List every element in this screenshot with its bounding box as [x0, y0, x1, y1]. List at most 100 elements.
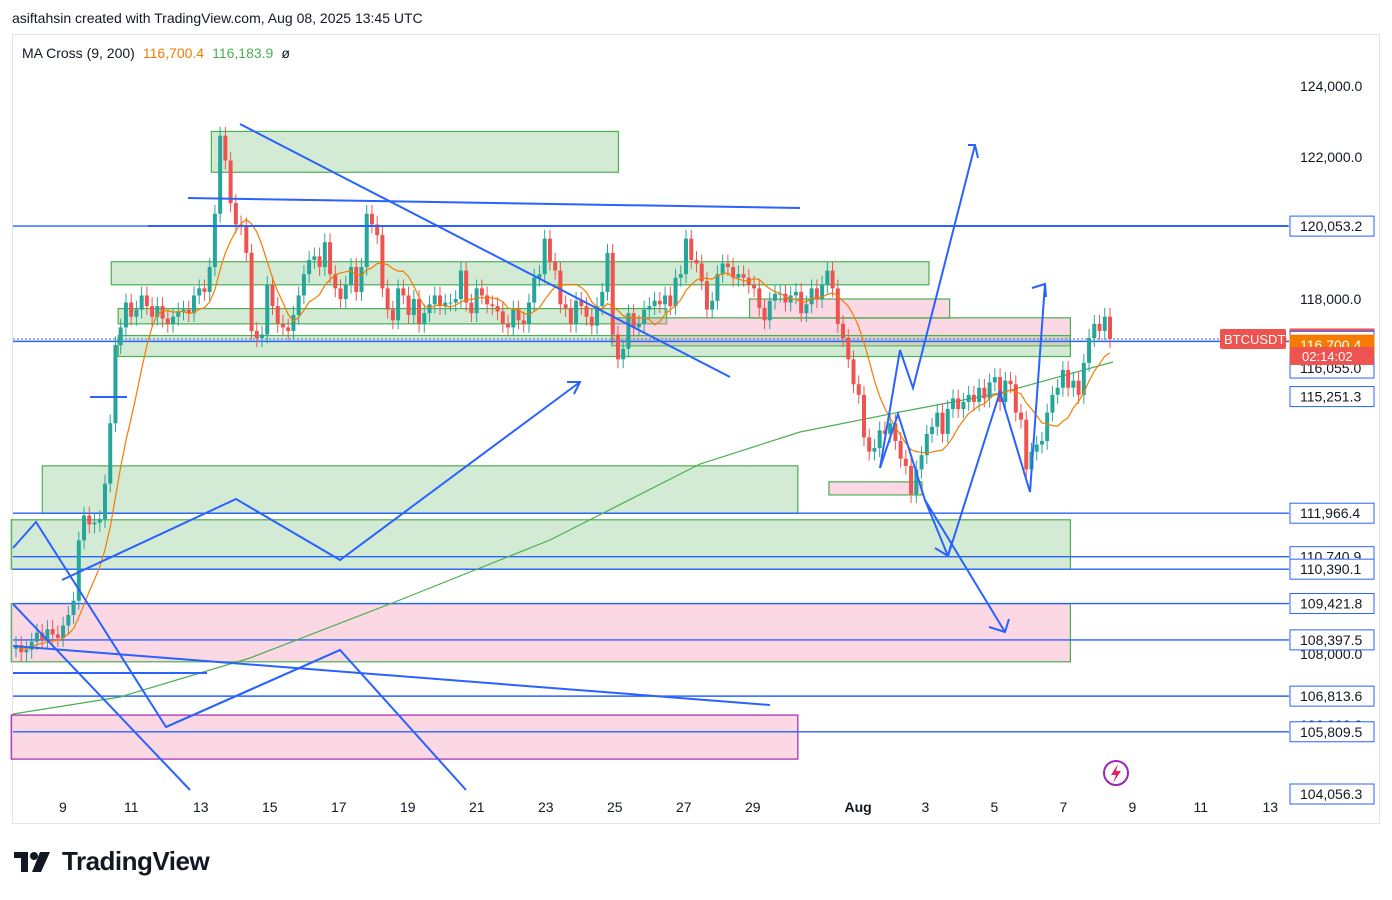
candle-body[interactable] [1071, 380, 1076, 388]
candle-body[interactable] [212, 213, 217, 268]
candle-body[interactable] [380, 235, 385, 289]
candle-body[interactable] [610, 252, 615, 335]
candle-body[interactable] [1055, 387, 1060, 395]
candle-body[interactable] [322, 242, 327, 268]
candle-body[interactable] [123, 302, 128, 328]
candle-body[interactable] [930, 426, 935, 434]
candle-body[interactable] [752, 284, 757, 289]
candle-body[interactable] [1039, 441, 1044, 445]
candle-body[interactable] [359, 267, 364, 292]
candle-body[interactable] [725, 263, 730, 268]
candle-body[interactable] [108, 423, 113, 484]
candle-body[interactable] [1102, 316, 1107, 331]
candle-body[interactable] [495, 306, 500, 312]
candle-body[interactable] [1045, 412, 1050, 441]
candle-body[interactable] [260, 334, 265, 339]
candle-body[interactable] [668, 295, 673, 307]
candle-body[interactable] [233, 203, 238, 225]
candle-body[interactable] [129, 302, 134, 317]
candle-body[interactable] [710, 300, 715, 310]
candle-body[interactable] [767, 300, 772, 321]
candle-body[interactable] [385, 288, 390, 310]
candle-body[interactable] [244, 226, 249, 253]
candle-body[interactable] [1024, 419, 1029, 470]
candle-body[interactable] [563, 304, 568, 308]
zone-red[interactable] [828, 481, 923, 496]
candle-body[interactable] [1066, 370, 1071, 388]
candle-body[interactable] [689, 238, 694, 260]
candle-body[interactable] [950, 398, 955, 410]
candle-body[interactable] [971, 394, 976, 402]
candle-body[interactable] [1019, 412, 1024, 420]
candle-body[interactable] [506, 323, 511, 328]
candle-body[interactable] [500, 311, 505, 324]
candle-body[interactable] [458, 270, 463, 299]
candle-body[interactable] [558, 270, 563, 305]
candle-body[interactable] [909, 465, 914, 495]
candle-body[interactable] [642, 309, 647, 324]
candle-body[interactable] [846, 338, 851, 360]
candle-body[interactable] [469, 302, 474, 314]
candle-body[interactable] [92, 522, 97, 525]
candle-body[interactable] [118, 327, 123, 346]
candle-body[interactable] [406, 295, 411, 315]
candle-body[interactable] [673, 277, 678, 307]
candle-body[interactable] [1034, 444, 1039, 452]
candle-body[interactable] [945, 409, 950, 434]
candle-body[interactable] [50, 629, 55, 635]
candle-body[interactable] [249, 252, 254, 331]
candle-body[interactable] [401, 288, 406, 296]
candle-body[interactable] [636, 323, 641, 328]
candle-body[interactable] [872, 448, 877, 452]
candle-body[interactable] [55, 634, 60, 639]
candle-body[interactable] [877, 430, 882, 449]
candle-body[interactable] [479, 288, 484, 296]
candle-body[interactable] [485, 295, 490, 305]
candle-body[interactable] [867, 437, 872, 452]
candle-body[interactable] [783, 293, 788, 303]
zone-green[interactable] [110, 261, 930, 286]
candle-body[interactable] [411, 299, 416, 315]
candle-body[interactable] [615, 334, 620, 360]
candle-body[interactable] [312, 256, 317, 260]
candle-body[interactable] [935, 412, 940, 427]
candle-body[interactable] [338, 288, 343, 299]
candle-body[interactable] [772, 293, 777, 301]
candle-body[interactable] [987, 382, 992, 399]
candle-body[interactable] [678, 274, 683, 278]
candle-body[interactable] [24, 649, 29, 653]
candle-body[interactable] [542, 238, 547, 275]
zone-green[interactable] [210, 130, 620, 173]
candle-body[interactable] [328, 242, 333, 275]
candle-body[interactable] [265, 284, 270, 335]
candle-body[interactable] [490, 304, 495, 307]
indicator-name[interactable]: MA Cross (9, 200) [22, 45, 135, 61]
candle-body[interactable] [736, 274, 741, 278]
candle-body[interactable] [364, 213, 369, 268]
candle-body[interactable] [280, 323, 285, 328]
candle-body[interactable] [977, 387, 982, 402]
candle-body[interactable] [113, 345, 118, 424]
candle-body[interactable] [903, 458, 908, 466]
candle-body[interactable] [992, 377, 997, 383]
candle-body[interactable] [307, 259, 312, 275]
candle-body[interactable] [720, 263, 725, 275]
candle-body[interactable] [898, 441, 903, 459]
candle-body[interactable] [417, 299, 422, 324]
candle-body[interactable] [427, 304, 432, 314]
candle-body[interactable] [835, 288, 840, 324]
candle-body[interactable] [741, 274, 746, 278]
candle-body[interactable] [631, 313, 636, 328]
indicator-legend[interactable]: MA Cross (9, 200) 116,700.4 116,183.9 ø [22, 45, 290, 61]
candle-body[interactable] [270, 284, 275, 307]
candle-body[interactable] [102, 483, 107, 520]
candle-body[interactable] [422, 313, 427, 324]
candle-body[interactable] [66, 614, 71, 626]
candle-body[interactable] [982, 387, 987, 399]
candle-body[interactable] [223, 135, 228, 161]
candle-body[interactable] [521, 320, 526, 324]
candle-body[interactable] [704, 281, 709, 310]
footer-brand[interactable]: TradingView [14, 846, 210, 877]
candle-body[interactable] [757, 288, 762, 308]
candle-body[interactable] [291, 314, 296, 331]
